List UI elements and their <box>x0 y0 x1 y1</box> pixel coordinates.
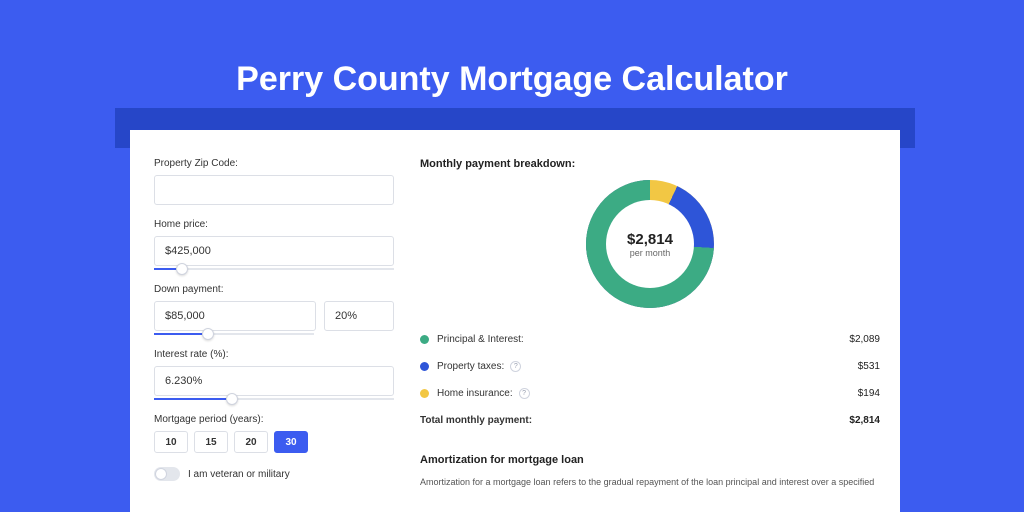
info-icon[interactable]: ? <box>519 388 530 399</box>
dot-icon <box>420 335 429 344</box>
rate-input[interactable] <box>154 366 394 396</box>
rate-slider[interactable] <box>154 398 394 400</box>
rate-group: Interest rate (%): <box>154 349 394 400</box>
legend-label: Home insurance: ? <box>437 388 858 399</box>
veteran-label: I am veteran or military <box>188 469 290 480</box>
amort-title: Amortization for mortgage loan <box>420 454 880 466</box>
veteran-row: I am veteran or military <box>154 467 394 481</box>
period-group: Mortgage period (years): 10 15 20 30 <box>154 414 394 453</box>
price-slider[interactable] <box>154 268 394 270</box>
legend-value: $194 <box>858 388 880 399</box>
legend-value: $531 <box>858 361 880 372</box>
period-btn-30[interactable]: 30 <box>274 431 308 453</box>
donut-chart-wrap: $2,814 per month <box>420 180 880 308</box>
zip-input[interactable] <box>154 175 394 205</box>
dot-icon <box>420 389 429 398</box>
price-label: Home price: <box>154 219 394 230</box>
zip-label: Property Zip Code: <box>154 158 394 169</box>
price-group: Home price: <box>154 219 394 270</box>
breakdown-column: Monthly payment breakdown: $2,814 per mo… <box>420 158 880 489</box>
period-btn-20[interactable]: 20 <box>234 431 268 453</box>
info-icon[interactable]: ? <box>510 361 521 372</box>
amort-text: Amortization for a mortgage loan refers … <box>420 476 880 489</box>
legend-row-principal: Principal & Interest: $2,089 <box>420 326 880 353</box>
zip-group: Property Zip Code: <box>154 158 394 205</box>
donut-chart: $2,814 per month <box>586 180 714 308</box>
down-slider[interactable] <box>154 333 314 335</box>
total-label: Total monthly payment: <box>420 415 849 426</box>
breakdown-title: Monthly payment breakdown: <box>420 158 880 170</box>
legend-value: $2,089 <box>849 334 880 345</box>
donut-amount: $2,814 <box>627 231 673 248</box>
legend-row-taxes: Property taxes: ? $531 <box>420 353 880 380</box>
dot-icon <box>420 362 429 371</box>
price-input[interactable] <box>154 236 394 266</box>
stage: Perry County Mortgage Calculator Propert… <box>0 0 1024 512</box>
down-amount-input[interactable] <box>154 301 316 331</box>
calculator-card: Property Zip Code: Home price: Down paym… <box>130 130 900 512</box>
legend-label: Property taxes: ? <box>437 361 858 372</box>
period-label: Mortgage period (years): <box>154 414 394 425</box>
period-btn-10[interactable]: 10 <box>154 431 188 453</box>
total-value: $2,814 <box>849 415 880 426</box>
veteran-toggle[interactable] <box>154 467 180 481</box>
down-group: Down payment: <box>154 284 394 335</box>
legend-row-insurance: Home insurance: ? $194 <box>420 380 880 407</box>
rate-label: Interest rate (%): <box>154 349 394 360</box>
down-percent-input[interactable] <box>324 301 394 331</box>
period-btn-15[interactable]: 15 <box>194 431 228 453</box>
donut-sub: per month <box>630 248 671 258</box>
form-column: Property Zip Code: Home price: Down paym… <box>154 158 394 481</box>
page-title: Perry County Mortgage Calculator <box>0 60 1024 99</box>
legend-label: Principal & Interest: <box>437 334 849 345</box>
period-buttons: 10 15 20 30 <box>154 431 394 453</box>
donut-center: $2,814 per month <box>606 200 694 288</box>
legend-row-total: Total monthly payment: $2,814 <box>420 407 880 434</box>
down-label: Down payment: <box>154 284 394 295</box>
